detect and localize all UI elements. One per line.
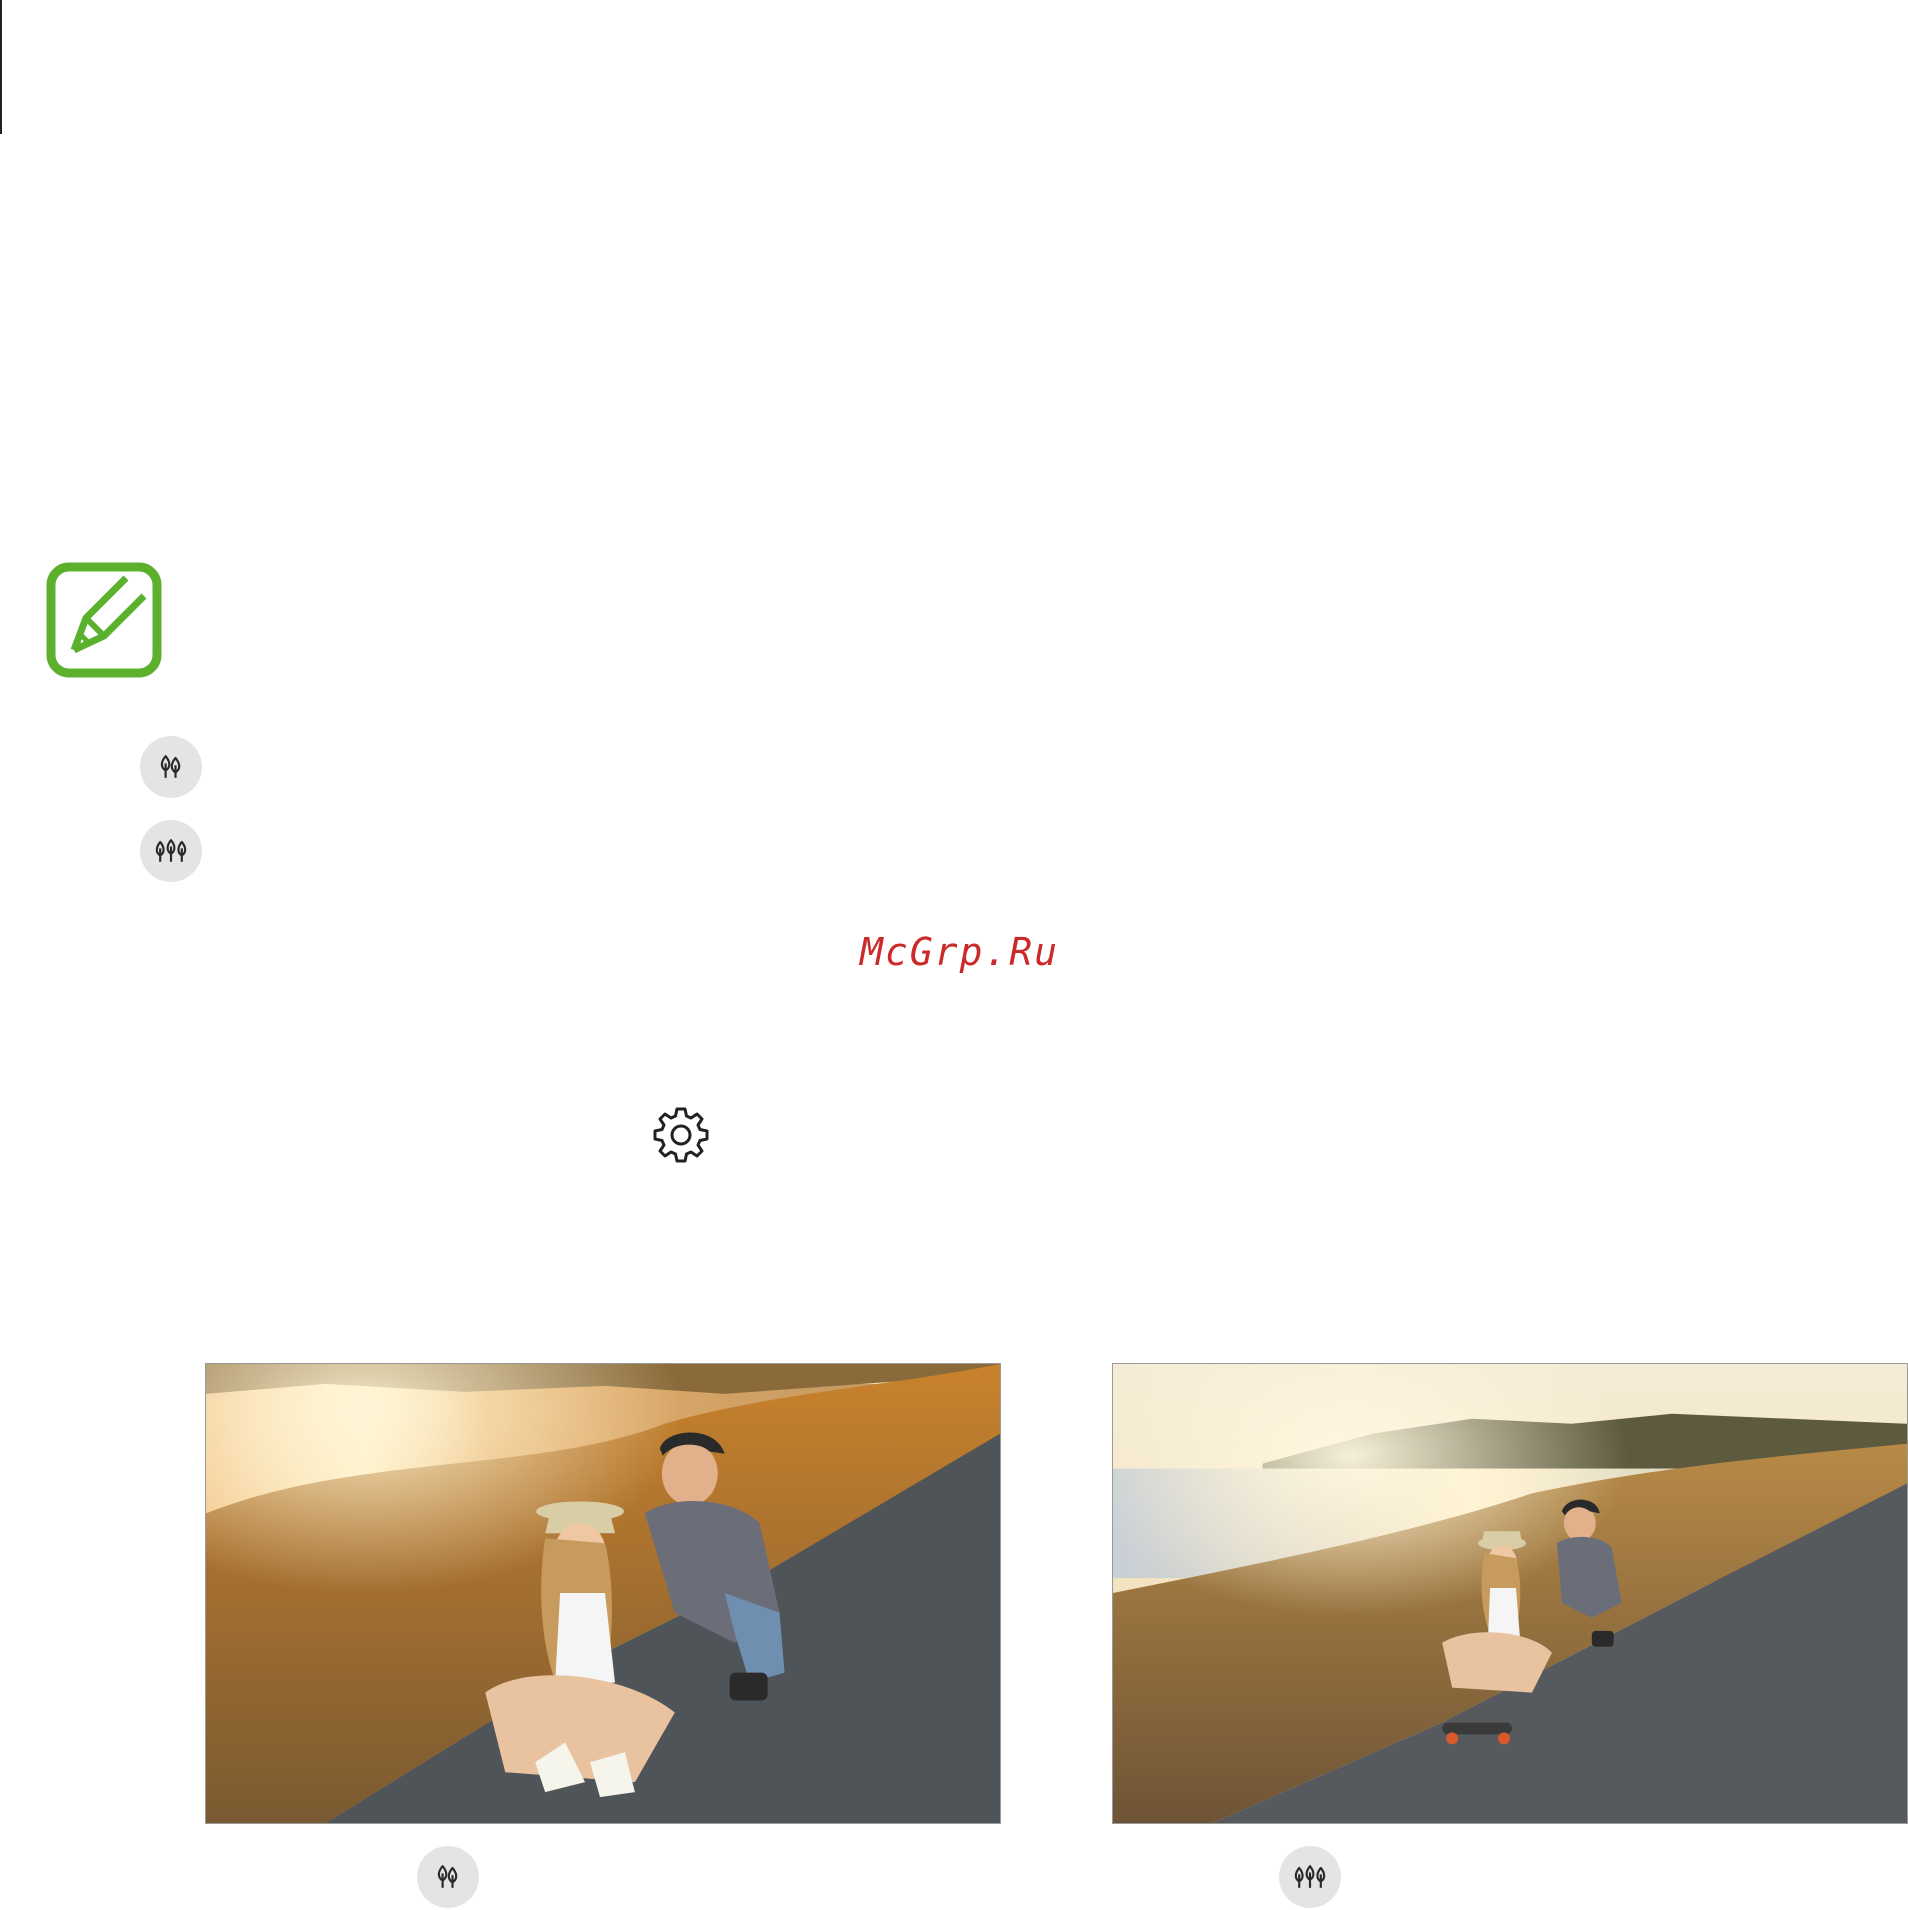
watermark-text: McGrp.Ru [860, 930, 1060, 974]
single-tree-icon [417, 1846, 479, 1908]
multi-tree-icon [1279, 1846, 1341, 1908]
single-mode-example-photo [205, 1363, 1001, 1824]
note-pencil-icon [46, 562, 162, 678]
margin-rule [0, 0, 2, 134]
gear-icon [650, 1104, 712, 1166]
single-tree-icon [140, 736, 202, 798]
multi-mode-example-photo [1112, 1363, 1908, 1824]
multi-tree-icon [140, 820, 202, 882]
